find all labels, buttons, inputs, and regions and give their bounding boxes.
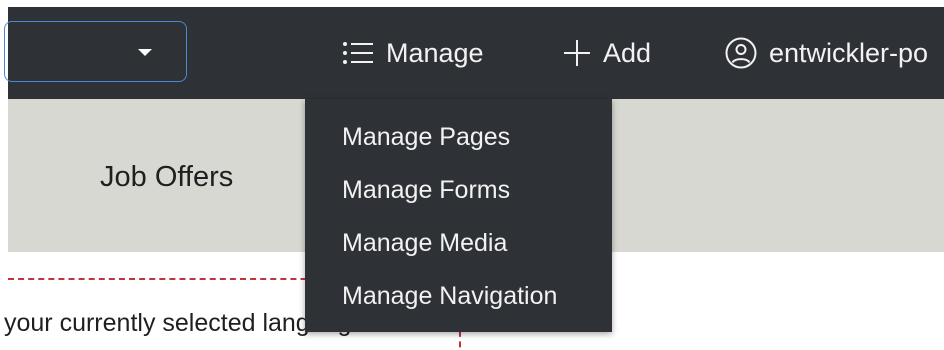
page: Manage Add entwickler-po Job Offers your… [0,0,944,350]
menu-item-manage-media[interactable]: Manage Media [342,229,507,258]
list-icon [342,41,374,65]
username-label: entwickler-po [769,37,929,68]
language-select[interactable] [4,21,187,82]
top-navigation-bar: Manage Add entwickler-po [4,7,944,99]
account-circle-icon [725,37,757,69]
caret-down-icon [138,49,152,56]
add-button[interactable]: Add [563,7,651,99]
menu-item-manage-forms[interactable]: Manage Forms [342,176,510,205]
manage-dropdown-menu: Manage Pages Manage Forms Manage Media M… [305,99,612,332]
menu-item-manage-pages[interactable]: Manage Pages [342,123,510,152]
menu-item-manage-navigation[interactable]: Manage Navigation [342,282,557,311]
manage-menu-button[interactable]: Manage [342,7,484,99]
add-label: Add [603,37,652,68]
user-menu-button[interactable]: entwickler-po [725,7,928,99]
plus-icon [563,39,591,67]
nav-link-job-offers[interactable]: Job Offers [100,161,233,194]
manage-label: Manage [386,37,484,68]
